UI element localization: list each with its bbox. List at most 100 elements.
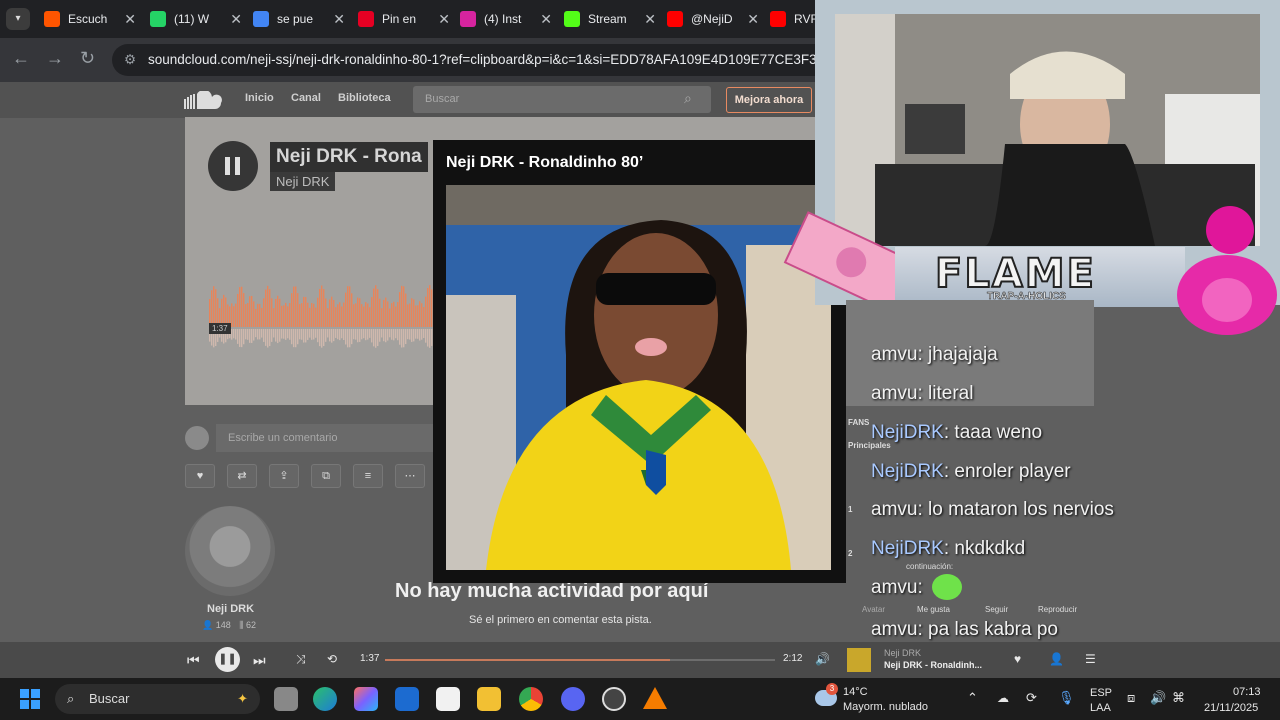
clock-time[interactable]: 07:13 <box>1233 686 1261 698</box>
waveform-bar <box>421 303 423 327</box>
weather-description[interactable]: Mayorm. nublado <box>843 701 928 713</box>
comment-input[interactable]: Escribe un comentario <box>216 424 445 452</box>
chat-username: NejiDRK <box>871 422 944 443</box>
follow-icon[interactable]: 👤 <box>1049 652 1064 666</box>
waveform-reflection <box>401 329 403 348</box>
back-icon[interactable]: ← <box>12 48 30 69</box>
volume-icon[interactable]: 🔊 <box>815 652 830 666</box>
clock-date[interactable]: 21/11/2025 <box>1204 702 1258 714</box>
track-artist[interactable]: Neji DRK <box>270 172 336 191</box>
reload-icon[interactable]: ↻ <box>80 48 95 69</box>
nav-feed[interactable]: Canal <box>291 92 321 104</box>
progress-bar[interactable] <box>385 659 775 661</box>
now-playing-artist[interactable]: Neji DRK <box>884 648 921 658</box>
tray-chevron-icon[interactable]: ⌃ <box>967 690 978 706</box>
forward-icon[interactable]: → <box>46 48 64 69</box>
store-icon[interactable] <box>436 687 460 711</box>
waveform-reflection <box>351 329 353 345</box>
like-icon[interactable]: ♥ <box>1014 652 1021 666</box>
previous-icon[interactable]: ⏮ <box>187 652 200 669</box>
waveform-bar <box>249 296 251 327</box>
now-playing-art[interactable] <box>847 648 871 672</box>
browser-tab[interactable]: (11) W ✕ <box>150 4 242 34</box>
copy-link-button[interactable]: ⧉ <box>311 464 341 488</box>
browser-tab[interactable]: Pin en ✕ <box>358 4 450 34</box>
kick-icon <box>564 11 580 27</box>
display-icon[interactable]: ⧈ <box>1127 690 1135 706</box>
artist-avatar[interactable] <box>185 506 275 596</box>
site-info-icon[interactable]: ⚙ <box>124 44 136 76</box>
taskbar-search[interactable]: ⌕ Buscar ✦ <box>55 684 260 714</box>
file-explorer-icon[interactable] <box>477 687 501 711</box>
search-icon[interactable]: ⌕ <box>684 90 692 107</box>
close-tab-icon[interactable]: ✕ <box>438 11 450 28</box>
browser-tab[interactable]: (4) Inst ✕ <box>460 4 552 34</box>
overlay-play-action[interactable]: Reproducir <box>1038 605 1077 614</box>
weather-temp[interactable]: 14°C <box>843 686 868 698</box>
close-tab-icon[interactable]: ✕ <box>540 11 552 28</box>
add-to-playlist-button[interactable]: ≡ <box>353 464 383 488</box>
queue-icon[interactable]: ☰ <box>1085 652 1096 666</box>
close-tab-icon[interactable]: ✕ <box>644 11 656 28</box>
outlook-icon[interactable] <box>395 687 419 711</box>
tray-app-icon[interactable]: ☁ <box>997 691 1009 705</box>
waveform-bar <box>251 295 253 327</box>
pause-button[interactable] <box>208 141 258 191</box>
vlc-icon[interactable] <box>643 687 667 709</box>
overlay-like-action[interactable]: Me gusta <box>917 605 950 614</box>
browser-tab[interactable]: Stream ✕ <box>564 4 656 34</box>
player-pause-button[interactable]: ❚❚ <box>215 647 240 672</box>
waveform-reflection <box>275 329 277 342</box>
close-tab-icon[interactable]: ✕ <box>230 11 242 28</box>
share-button[interactable]: ⇪ <box>269 464 299 488</box>
close-tab-icon[interactable]: ✕ <box>124 11 136 28</box>
language-secondary[interactable]: LAA <box>1090 702 1111 714</box>
app-icon[interactable] <box>602 687 626 711</box>
browser-tab[interactable]: Escuch ✕ <box>44 4 136 34</box>
waveform-reflection <box>239 329 241 347</box>
nav-home[interactable]: Inicio <box>245 92 274 104</box>
discord-icon[interactable] <box>561 687 585 711</box>
like-button[interactable]: ♥ <box>185 464 215 488</box>
waveform[interactable] <box>209 282 434 357</box>
waveform-bar <box>403 286 405 327</box>
tray-sync-icon[interactable]: ⟳ <box>1026 690 1037 706</box>
close-tab-icon[interactable]: ✕ <box>747 11 759 28</box>
repeat-icon[interactable]: ⟲ <box>327 652 337 666</box>
waveform-reflection <box>353 329 355 340</box>
soundcloud-logo-icon[interactable] <box>184 91 222 109</box>
followers-count[interactable]: 148 <box>216 620 231 630</box>
language-primary[interactable]: ESP <box>1090 687 1112 699</box>
now-playing-title[interactable]: Neji DRK - Ronaldinh... <box>884 660 982 670</box>
windows-start-icon[interactable] <box>20 689 40 709</box>
repost-button[interactable]: ⇄ <box>227 464 257 488</box>
copilot-icon[interactable] <box>354 687 378 711</box>
waveform-reflection <box>231 329 233 340</box>
edge-icon[interactable] <box>313 687 337 711</box>
volume-icon[interactable]: 🔊 <box>1150 690 1166 706</box>
upgrade-button[interactable]: Mejora ahora <box>726 87 812 113</box>
network-icon[interactable]: ⌘ <box>1172 690 1185 706</box>
browser-tab[interactable]: @NejiD ✕ <box>667 4 759 34</box>
waveform-reflection <box>267 329 269 348</box>
search-input[interactable]: Buscar <box>413 86 711 113</box>
weather-badge: 3 <box>826 683 838 695</box>
close-tab-icon[interactable]: ✕ <box>333 11 345 28</box>
microphone-icon[interactable]: 🎙 <box>1058 690 1075 706</box>
shuffle-icon[interactable]: ⤨ <box>296 652 306 667</box>
next-icon[interactable]: ⏭ <box>253 652 266 669</box>
overlay-follow-action[interactable]: Seguir <box>985 605 1008 614</box>
waveform-bar <box>261 307 263 327</box>
task-view-icon[interactable] <box>274 687 298 711</box>
waveform-bar <box>369 307 371 327</box>
tab-list-button[interactable]: ▾ <box>6 8 30 30</box>
artist-name[interactable]: Neji DRK <box>207 603 254 615</box>
waveform-reflection <box>345 329 347 345</box>
nav-library[interactable]: Biblioteca <box>338 92 391 104</box>
waveform-reflection <box>331 329 333 343</box>
browser-tab[interactable]: se pue ✕ <box>253 4 345 34</box>
browser-tab[interactable]: RVF <box>770 4 815 34</box>
chrome-icon[interactable] <box>519 687 543 711</box>
tracks-count[interactable]: 62 <box>246 620 256 630</box>
more-button[interactable]: ⋯ <box>395 464 425 488</box>
